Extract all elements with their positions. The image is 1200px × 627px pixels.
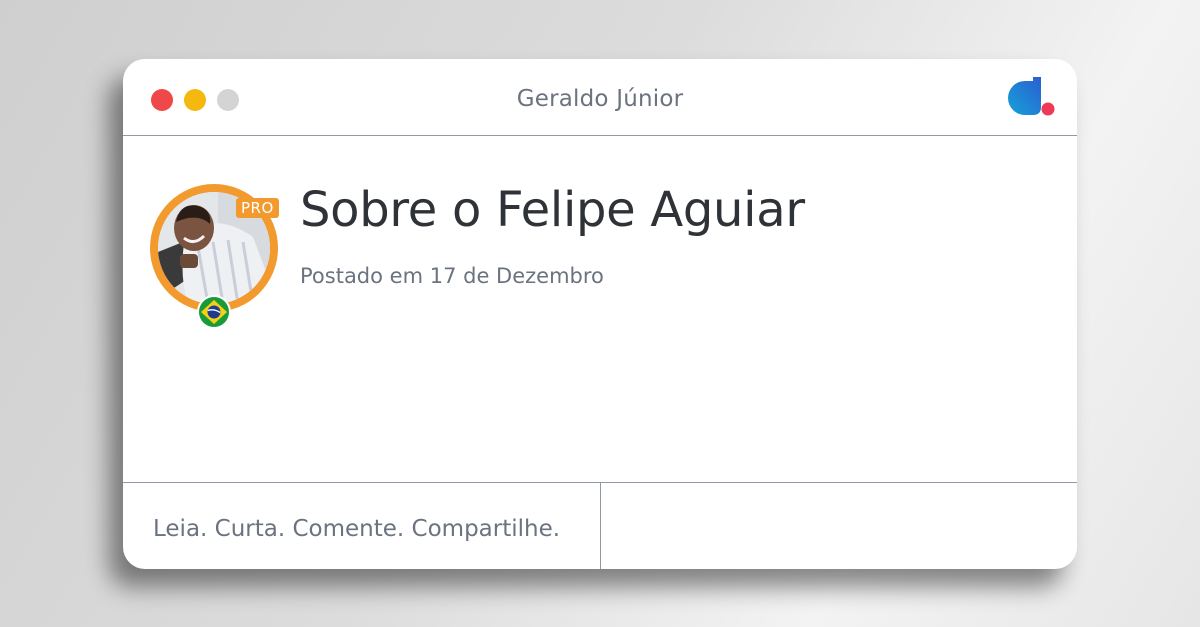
brazil-flag-icon — [197, 295, 231, 329]
window-title: Geraldo Júnior — [516, 86, 684, 112]
post-date: Postado em 17 de Dezembro — [300, 264, 604, 288]
post-title: Sobre o Felipe Aguiar — [300, 182, 805, 238]
brand-logo-icon[interactable] — [1007, 75, 1057, 119]
footer-divider — [600, 483, 601, 569]
pro-badge: PRO — [236, 198, 279, 218]
post-content: PRO Sobre o Felipe Aguiar Postado em 17 … — [123, 136, 1077, 482]
footer-tagline: Leia. Curta. Comente. Compartilhe. — [153, 516, 561, 542]
card-footer: Leia. Curta. Comente. Compartilhe. — [123, 482, 1077, 569]
post-card-window: Geraldo Júnior PRO Sobre o Felipe Aguiar… — [123, 59, 1077, 569]
window-titlebar: Geraldo Júnior — [123, 59, 1077, 136]
author-avatar[interactable]: PRO — [150, 184, 279, 329]
